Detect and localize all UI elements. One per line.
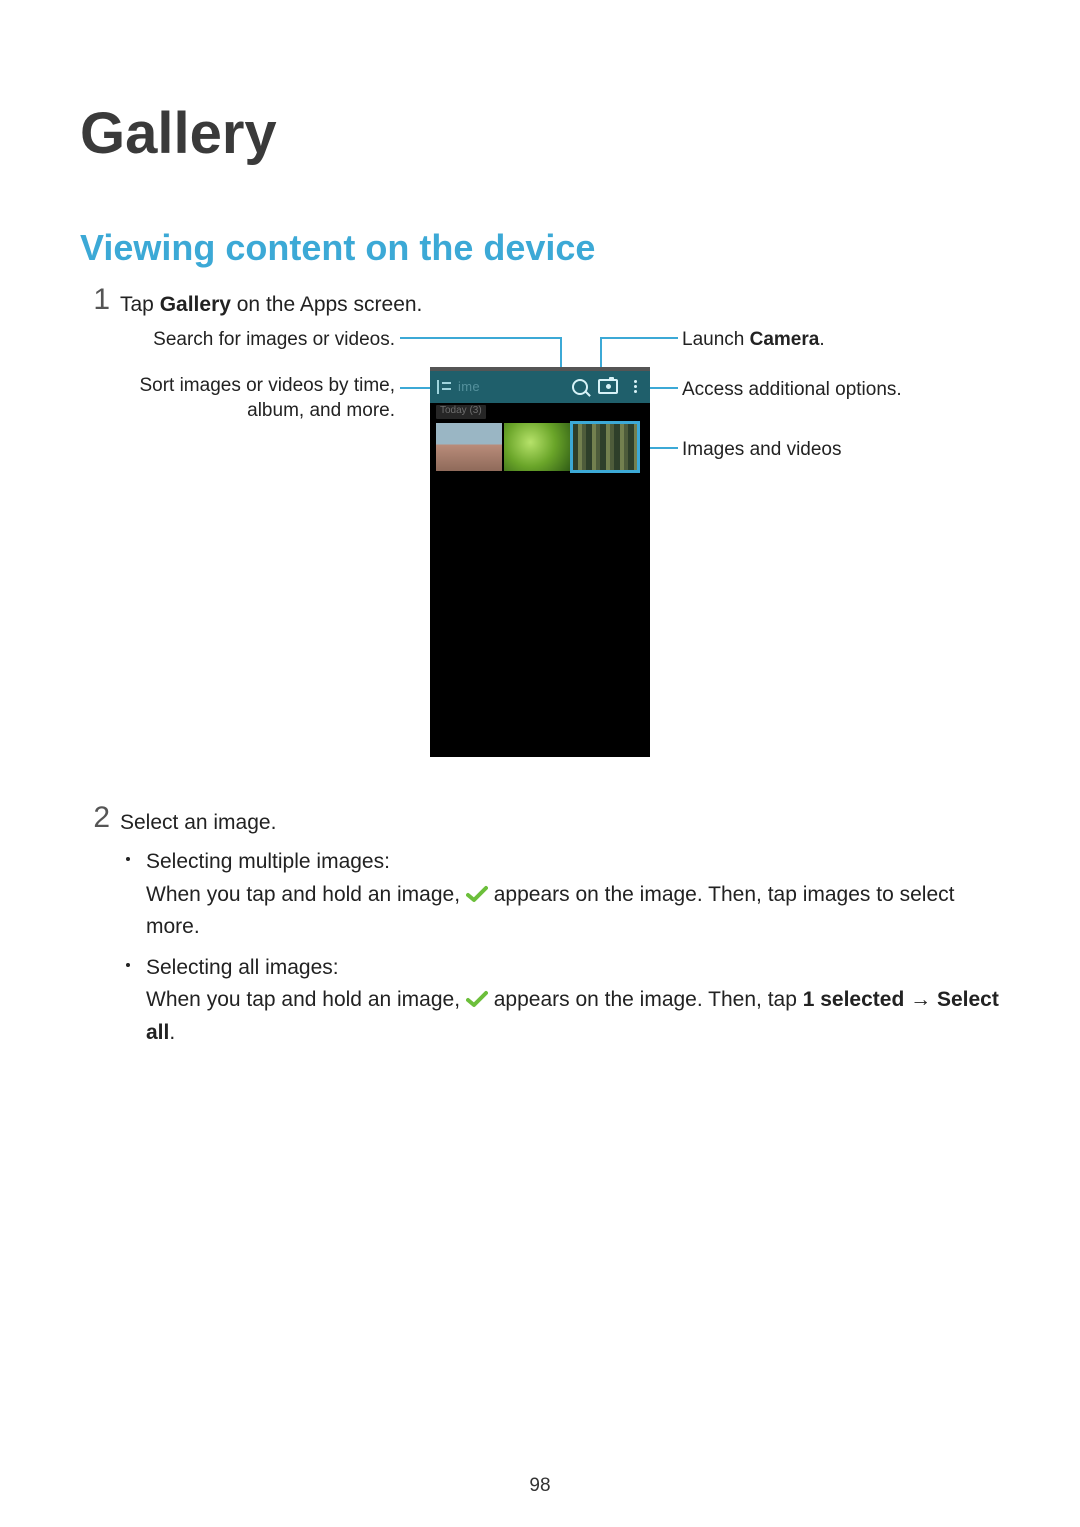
thumbnail-row xyxy=(436,423,638,471)
section-heading: Viewing content on the device xyxy=(80,227,1000,269)
bullet-heading: Selecting multiple images: xyxy=(146,850,390,873)
step-number: 2 xyxy=(80,801,110,835)
more-icon xyxy=(634,380,638,393)
step-number: 1 xyxy=(80,283,110,317)
diagram: Search for images or videos. Sort images… xyxy=(110,327,970,787)
search-button[interactable] xyxy=(566,371,594,403)
leader-line xyxy=(400,337,560,339)
image-thumb[interactable] xyxy=(436,423,502,471)
selected-count-label: 1 selected xyxy=(803,988,905,1011)
date-strip: Today (3) xyxy=(436,405,486,419)
bullet-icon xyxy=(126,857,130,861)
leader-line xyxy=(600,337,678,339)
bullet-heading: Selecting all images: xyxy=(146,956,339,979)
step-2-text: Select an image. xyxy=(120,807,1000,839)
check-icon xyxy=(466,885,488,903)
callout-search: Search for images or videos. xyxy=(110,327,395,353)
check-icon xyxy=(466,990,488,1008)
bullet-item: Selecting all images: When you tap and h… xyxy=(120,952,1000,1050)
step-2: 2 Select an image. Selecting multiple im… xyxy=(80,807,1000,1050)
callout-camera: Launch Camera. xyxy=(682,327,942,353)
text: on the Apps screen. xyxy=(231,293,422,316)
text: appears on the image. Then, tap xyxy=(488,988,803,1011)
text: . xyxy=(819,329,824,350)
page-title: Gallery xyxy=(80,100,1000,167)
text: Tap xyxy=(120,293,160,316)
callout-sort: Sort images or videos by time, album, an… xyxy=(110,373,395,424)
gallery-toolbar: ime xyxy=(430,371,650,403)
list-icon xyxy=(437,380,451,394)
camera-label: Camera xyxy=(750,329,820,350)
search-icon xyxy=(572,379,588,395)
callout-options: Access additional options. xyxy=(682,377,952,403)
text: When you tap and hold an image, xyxy=(146,988,466,1011)
image-thumb[interactable] xyxy=(572,423,638,471)
phone-mockup: ime Today (3) xyxy=(430,367,650,757)
step-1-text: Tap Gallery on the Apps screen. xyxy=(120,289,1000,321)
gallery-label: Gallery xyxy=(160,293,231,316)
more-button[interactable] xyxy=(622,371,650,403)
callout-thumbs: Images and videos xyxy=(682,437,942,463)
page-number: 98 xyxy=(0,1475,1080,1497)
sort-button[interactable] xyxy=(430,371,458,403)
text: . xyxy=(169,1021,175,1044)
bullet-list: Selecting multiple images: When you tap … xyxy=(120,846,1000,1049)
toolbar-title: ime xyxy=(458,379,566,394)
camera-button[interactable] xyxy=(594,371,622,403)
text: Sort images or videos by time, xyxy=(139,375,395,396)
step-1: 1 Tap Gallery on the Apps screen. xyxy=(80,289,1000,321)
text: When you tap and hold an image, xyxy=(146,883,466,906)
text: album, and more. xyxy=(247,400,395,421)
image-thumb[interactable] xyxy=(504,423,570,471)
arrow-icon: → xyxy=(904,988,937,1011)
bullet-icon xyxy=(126,963,130,967)
text: Launch xyxy=(682,329,750,350)
bullet-item: Selecting multiple images: When you tap … xyxy=(120,846,1000,944)
camera-icon xyxy=(598,379,618,394)
